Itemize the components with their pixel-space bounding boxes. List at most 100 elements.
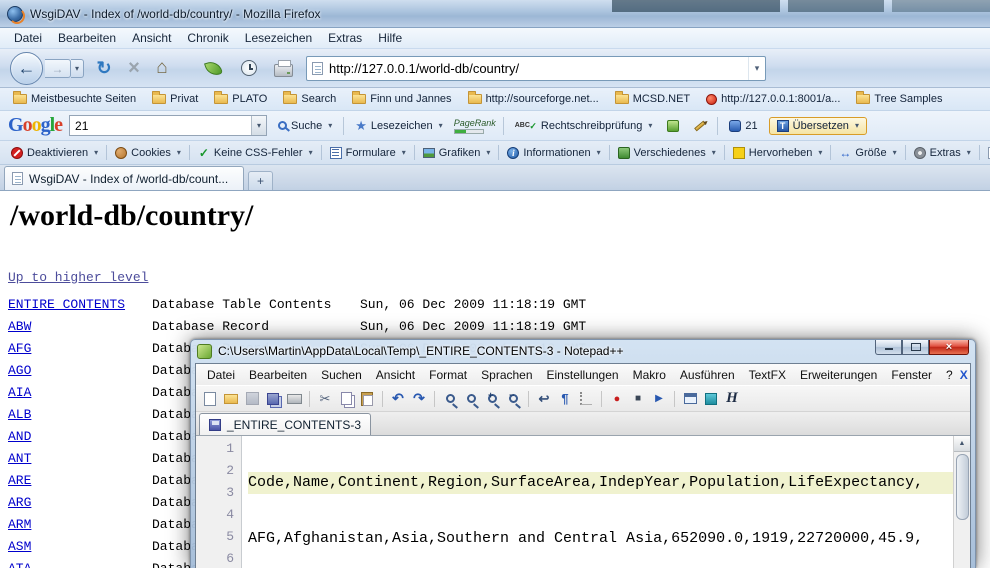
npp-menu-help[interactable]: ? [939, 366, 960, 384]
webdev-deaktivieren[interactable]: Deaktivieren [6, 146, 103, 160]
entry-link[interactable]: ARE [8, 473, 152, 488]
menu-chronik[interactable]: Chronik [179, 29, 236, 47]
browser-tab[interactable]: WsgiDAV - Index of /world-db/count... [4, 166, 244, 190]
zoom-out-icon[interactable] [504, 390, 522, 408]
webdev-informationen[interactable]: Informationen [502, 146, 605, 160]
print-icon[interactable] [274, 64, 293, 77]
bookmark-meistbesuchte-seiten[interactable]: Meistbesuchte Seiten [8, 92, 141, 106]
npp-menu-makro[interactable]: Makro [626, 366, 673, 384]
bookmark-localhost-8001[interactable]: http://127.0.0.1:8001/a... [701, 92, 845, 106]
doc-monitor-icon[interactable] [702, 390, 720, 408]
google-bookmarks-button[interactable]: Lesezeichen [351, 117, 446, 134]
bookmark-sourceforge[interactable]: http://sourceforge.net... [463, 92, 604, 106]
npp-menu-suchen[interactable]: Suchen [314, 366, 369, 384]
replace-icon[interactable] [462, 390, 480, 408]
entry-link[interactable]: ENTIRE CONTENTS [8, 297, 152, 312]
save-icon[interactable] [243, 390, 261, 408]
firefox-titlebar[interactable]: WsgiDAV - Index of /world-db/country/ - … [0, 0, 990, 28]
entry-link[interactable]: ABW [8, 319, 152, 334]
code-area[interactable]: Code,Name,Continent,Region,SurfaceArea,I… [242, 436, 953, 568]
menu-datei[interactable]: Datei [6, 29, 50, 47]
npp-menu-ansicht[interactable]: Ansicht [369, 366, 422, 384]
back-button[interactable] [10, 52, 43, 85]
maximize-button[interactable] [902, 340, 929, 355]
find-icon[interactable] [441, 390, 459, 408]
window-icon[interactable] [681, 390, 699, 408]
copy-icon[interactable] [337, 390, 355, 408]
scroll-up-icon[interactable] [954, 436, 970, 452]
webdev-extras[interactable]: Extras [909, 146, 976, 160]
stop-button[interactable] [122, 56, 146, 80]
menu-hilfe[interactable]: Hilfe [370, 29, 410, 47]
record-macro-icon[interactable] [608, 390, 626, 408]
webdev-cookies[interactable]: Cookies [110, 146, 186, 160]
npp-menu-fenster[interactable]: Fenster [884, 366, 939, 384]
undo-icon[interactable] [389, 390, 407, 408]
zoom-in-icon[interactable] [483, 390, 501, 408]
close-button[interactable] [929, 340, 969, 355]
npp-menu-textfx[interactable]: TextFX [742, 366, 793, 384]
entry-link[interactable]: ALB [8, 407, 152, 422]
menu-ansicht[interactable]: Ansicht [124, 29, 179, 47]
webdev-grafiken[interactable]: Grafiken [418, 146, 496, 160]
spellcheck-button[interactable]: Rechtschreibprüfung [511, 118, 657, 134]
npp-menu-einstellungen[interactable]: Einstellungen [540, 366, 626, 384]
notepad-tab[interactable]: _ENTIRE_CONTENTS-3 [199, 413, 371, 435]
notepad-titlebar[interactable]: C:\Users\Martin\AppData\Local\Temp\_ENTI… [195, 340, 971, 363]
npp-menu-ausfuehren[interactable]: Ausführen [673, 366, 742, 384]
webdev-formulare[interactable]: Formulare [325, 146, 411, 160]
bookmark-mcsd[interactable]: MCSD.NET [610, 92, 695, 106]
url-dropdown-icon[interactable] [748, 57, 765, 80]
save-all-icon[interactable] [264, 390, 282, 408]
npp-menu-datei[interactable]: Datei [200, 366, 242, 384]
entry-link[interactable]: ARG [8, 495, 152, 510]
word-wrap-icon[interactable] [535, 390, 553, 408]
textfx-h-icon[interactable] [723, 390, 741, 408]
npp-menu-close-button[interactable]: X [960, 368, 974, 382]
entry-link[interactable]: ARM [8, 517, 152, 532]
entry-link[interactable]: AIA [8, 385, 152, 400]
bookmark-plato[interactable]: PLATO [209, 92, 272, 106]
npp-menu-bearbeiten[interactable]: Bearbeiten [242, 366, 314, 384]
entry-link[interactable]: AFG [8, 341, 152, 356]
paste-icon[interactable] [358, 390, 376, 408]
npp-menu-format[interactable]: Format [422, 366, 474, 384]
pencil-button[interactable] [690, 122, 710, 130]
refresh-button[interactable] [92, 56, 116, 80]
show-symbols-icon[interactable] [556, 390, 574, 408]
google-search-box[interactable] [69, 115, 267, 136]
entry-link[interactable]: ANT [8, 451, 152, 466]
minimize-button[interactable] [875, 340, 902, 355]
home-button[interactable] [150, 56, 174, 80]
webdev-groesse[interactable]: Größe [834, 146, 901, 160]
webdev-verschiedenes[interactable]: Verschiedenes [613, 146, 721, 160]
open-folder-icon[interactable] [222, 390, 240, 408]
webdev-quelltext[interactable]: Quellte [983, 146, 990, 160]
google-search-input[interactable] [70, 119, 251, 133]
search-dropdown-icon[interactable] [251, 116, 266, 135]
google-search-button[interactable]: Suche [274, 118, 336, 134]
clock-icon[interactable] [241, 60, 257, 76]
bookmark-privat[interactable]: Privat [147, 92, 203, 106]
new-file-icon[interactable] [201, 390, 219, 408]
scrollbar[interactable] [953, 436, 970, 568]
bookmark-tree-samples[interactable]: Tree Samples [851, 92, 947, 106]
webdev-css-fehler[interactable]: Keine CSS-Fehler [193, 146, 318, 160]
indent-guide-icon[interactable] [577, 390, 595, 408]
feed-leaf-icon[interactable] [204, 59, 223, 78]
entry-link[interactable]: AGO [8, 363, 152, 378]
scrollbar-thumb[interactable] [956, 454, 969, 520]
menu-bearbeiten[interactable]: Bearbeiten [50, 29, 124, 47]
forward-button[interactable] [45, 59, 71, 78]
url-text[interactable]: http://127.0.0.1/world-db/country/ [329, 61, 519, 76]
entry-link[interactable]: AND [8, 429, 152, 444]
menu-lesezeichen[interactable]: Lesezeichen [237, 29, 320, 47]
npp-menu-erweiterungen[interactable]: Erweiterungen [793, 366, 884, 384]
autofill-button[interactable] [663, 118, 683, 134]
stop-macro-icon[interactable] [629, 390, 647, 408]
print-icon[interactable] [285, 390, 303, 408]
bookmark-search[interactable]: Search [278, 92, 341, 106]
play-macro-icon[interactable] [650, 390, 668, 408]
url-bar[interactable]: http://127.0.0.1/world-db/country/ [306, 56, 766, 81]
new-tab-button[interactable]: + [248, 171, 273, 190]
